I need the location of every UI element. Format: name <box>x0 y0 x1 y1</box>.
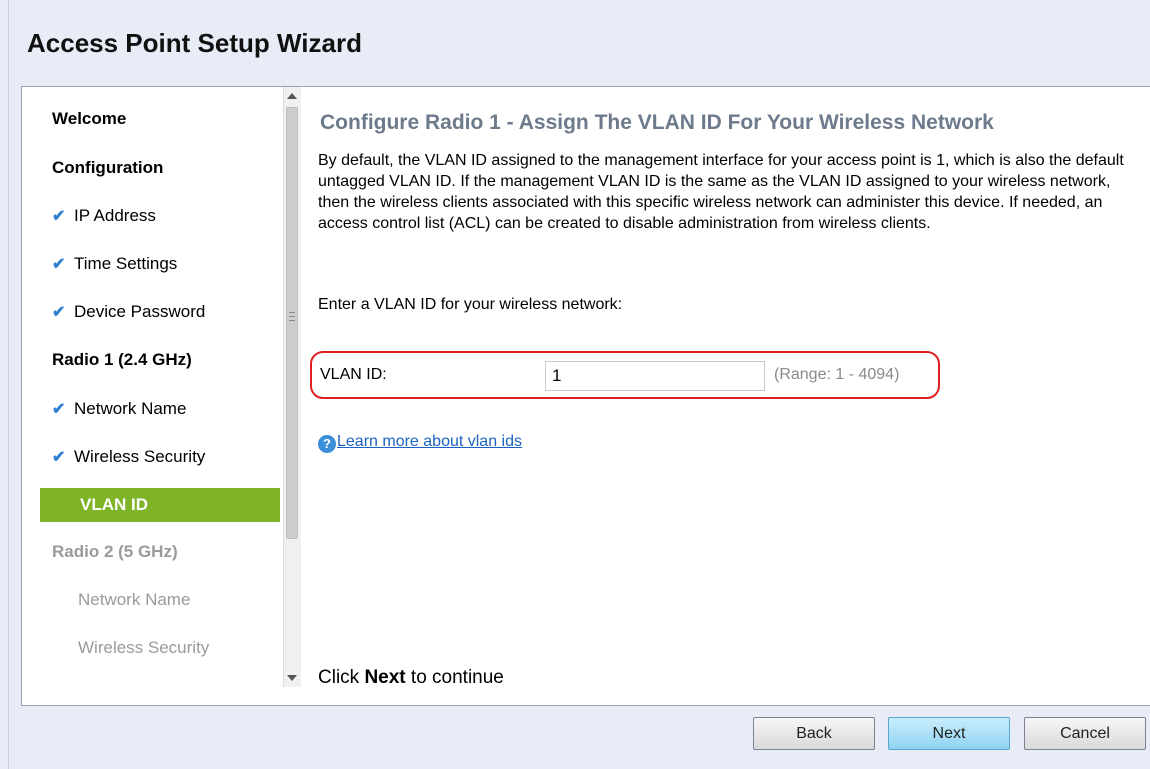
vlan-id-label: VLAN ID: <box>320 366 387 383</box>
sidebar-item-wireless-security[interactable]: ✔ Wireless Security <box>52 441 205 473</box>
check-icon: ✔ <box>52 208 66 225</box>
wizard-panel: Welcome Configuration ✔ IP Address ✔ Time … <box>21 86 1150 706</box>
sidebar-item-label: IP Address <box>74 206 156 225</box>
grip-line <box>289 312 295 313</box>
check-icon: ✔ <box>52 449 66 466</box>
sidebar-item-label: Wireless Security <box>78 638 210 657</box>
sidebar-item-label: Time Settings <box>74 254 178 273</box>
sidebar-item-label: Configuration <box>52 158 164 177</box>
continue-instruction: Click Next to continue <box>318 667 504 689</box>
wizard-window: Access Point Setup Wizard Welcome Config… <box>8 0 1150 769</box>
sidebar-item-radio2-network-name: Network Name <box>78 584 190 616</box>
cancel-button[interactable]: Cancel <box>1024 717 1146 750</box>
sidebar-scrollbar[interactable] <box>283 87 301 687</box>
check-icon: ✔ <box>52 304 66 321</box>
continue-prefix: Click <box>318 667 365 688</box>
sidebar-item-radio1[interactable]: Radio 1 (2.4 GHz) <box>52 344 192 376</box>
scroll-thumb[interactable] <box>286 107 298 539</box>
sidebar-item-radio2: Radio 2 (5 GHz) <box>52 536 178 568</box>
sidebar-item-vlan-id[interactable]: VLAN ID <box>40 488 280 522</box>
grip-line <box>289 316 295 317</box>
sidebar-item-label: Radio 1 (2.4 GHz) <box>52 350 192 369</box>
sidebar-item-configuration[interactable]: Configuration <box>52 152 163 184</box>
vlan-id-input[interactable] <box>545 361 765 391</box>
next-button[interactable]: Next <box>888 717 1010 750</box>
wizard-sidebar: Welcome Configuration ✔ IP Address ✔ Time … <box>22 87 280 705</box>
vlan-id-highlight: VLAN ID: (Range: 1 - 4094) <box>310 351 940 399</box>
sidebar-item-label: Network Name <box>78 590 191 609</box>
check-icon: ✔ <box>52 401 66 418</box>
check-icon: ✔ <box>52 256 66 273</box>
sidebar-item-label: Network Name <box>74 399 187 418</box>
learn-more-row: ? Learn more about vlan ids <box>318 433 522 453</box>
page-title: Configure Radio 1 - Assign The VLAN ID F… <box>320 111 994 134</box>
grip-line <box>289 320 295 321</box>
sidebar-item-label: Wireless Security <box>74 447 206 466</box>
sidebar-item-time-settings[interactable]: ✔ Time Settings <box>52 248 177 280</box>
sidebar-item-ip-address[interactable]: ✔ IP Address <box>52 200 156 232</box>
sidebar-item-device-password[interactable]: ✔ Device Password <box>52 296 205 328</box>
continue-next-word: Next <box>364 667 406 688</box>
sidebar-item-label: Radio 2 (5 GHz) <box>52 542 178 561</box>
back-button[interactable]: Back <box>753 717 875 750</box>
vlan-prompt: Enter a VLAN ID for your wireless networ… <box>318 296 623 313</box>
sidebar-item-network-name[interactable]: ✔ Network Name <box>52 393 186 425</box>
sidebar-item-radio2-wireless-security: Wireless Security <box>78 632 209 664</box>
main-content: Configure Radio 1 - Assign The VLAN ID F… <box>310 87 1138 705</box>
scroll-up-arrow-icon[interactable] <box>287 93 297 99</box>
learn-more-link[interactable]: Learn more about vlan ids <box>337 433 522 450</box>
sidebar-item-welcome[interactable]: Welcome <box>52 103 126 135</box>
sidebar-item-label: VLAN ID <box>80 495 148 514</box>
help-icon[interactable]: ? <box>318 435 336 453</box>
vlan-range-hint: (Range: 1 - 4094) <box>774 366 900 383</box>
sidebar-item-label: Device Password <box>74 302 206 321</box>
wizard-title: Access Point Setup Wizard <box>27 28 362 58</box>
description-text: By default, the VLAN ID assigned to the … <box>318 152 1124 232</box>
continue-suffix: to continue <box>405 667 504 688</box>
scroll-down-arrow-icon[interactable] <box>287 675 297 681</box>
sidebar-item-label: Welcome <box>52 109 127 128</box>
